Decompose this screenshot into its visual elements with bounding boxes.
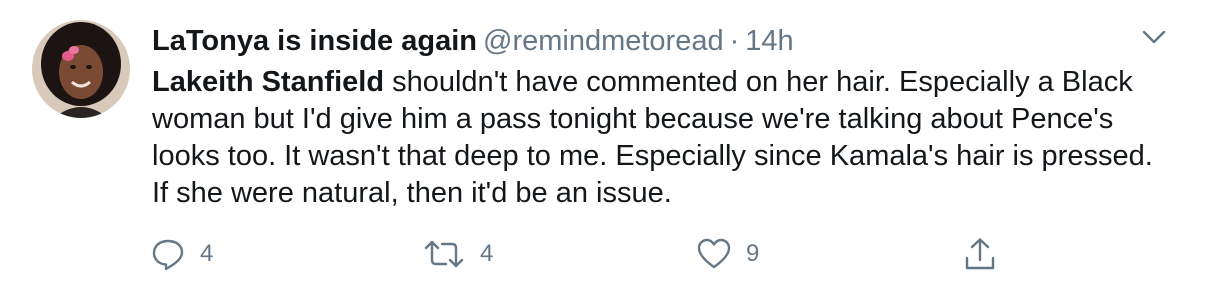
retweet-icon [424,240,464,268]
separator-dot: · [729,25,740,57]
retweet-button[interactable]: 4 [422,236,493,272]
tweet-actions: 4 4 9 [150,236,1010,272]
user-handle[interactable]: @remindmetoread [483,25,724,57]
share-button[interactable] [962,236,998,272]
retweet-count: 4 [480,240,494,267]
reply-button[interactable]: 4 [150,236,213,272]
tweet-text: Lakeith Stanfield shouldn't have comment… [152,64,1162,212]
avatar[interactable] [32,20,130,118]
more-options-button[interactable] [1140,26,1168,48]
avatar-image [32,20,130,118]
chevron-down-icon [1142,30,1166,44]
tweet: LaTonya is inside again @remindmetoread · 1… [0,0,1206,298]
like-button[interactable]: 9 [696,236,759,272]
reply-count: 4 [200,240,214,267]
tweet-header: LaTonya is inside again @remindmetoread · 1… [152,22,794,60]
share-icon [965,238,995,270]
reply-icon [152,239,184,271]
timestamp[interactable]: 14h [745,25,793,57]
mention-name[interactable]: Lakeith Stanfield [152,66,384,98]
display-name[interactable]: LaTonya is inside again [152,25,477,57]
like-icon [697,238,731,269]
like-count: 9 [746,240,760,267]
